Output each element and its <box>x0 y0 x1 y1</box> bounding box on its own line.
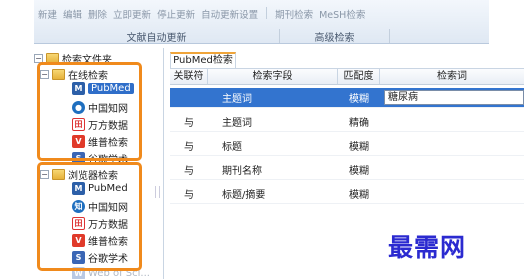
new-button[interactable]: 新建 <box>38 7 57 21</box>
field-cell[interactable]: 主题词 <box>208 90 338 105</box>
folder-icon <box>52 169 65 180</box>
mesh-search-button[interactable]: MeSH检索 <box>319 7 365 21</box>
tree-item-label: 中国知网 <box>88 104 128 115</box>
update-now-button[interactable]: 立即更新 <box>113 7 151 21</box>
tree-item-online-scholar[interactable]: S 谷歌学术 <box>72 151 128 166</box>
wanfang-icon: 田 <box>72 118 85 131</box>
ribbon-button-row: 新建 编辑 删除 立即更新 停止更新 自动更新设置 期刊检索 MeSH检索 <box>38 7 365 21</box>
stop-update-button[interactable]: 停止更新 <box>157 7 195 21</box>
match-cell[interactable]: 模糊 <box>338 162 380 177</box>
field-cell[interactable]: 期刊名称 <box>208 162 338 177</box>
match-cell[interactable]: 模糊 <box>338 90 380 105</box>
tree-root-label: 检索文件夹 <box>62 55 112 66</box>
globe-icon: ● <box>72 101 85 114</box>
tree-item-label: PubMed <box>88 83 134 94</box>
auto-update-settings-button[interactable]: 自动更新设置 <box>201 7 258 21</box>
collapse-icon[interactable]: − <box>40 70 49 79</box>
tree-folder-online-label: 在线检索 <box>68 71 108 82</box>
journal-search-button[interactable]: 期刊检索 <box>275 7 313 21</box>
delete-button[interactable]: 删除 <box>88 7 107 21</box>
field-cell[interactable]: 标题/摘要 <box>208 186 338 201</box>
column-header-field[interactable]: 检索字段 <box>208 69 338 84</box>
relation-cell[interactable]: 与 <box>170 162 208 177</box>
tree-item-label: Web of Sci... <box>88 268 150 279</box>
search-term-input[interactable]: 糖尿病 <box>384 90 524 105</box>
scholar-icon: S <box>72 152 85 165</box>
relation-cell[interactable]: 与 <box>170 114 208 129</box>
tree-item-online-wanfang[interactable]: 田 万方数据 <box>72 117 128 132</box>
tree-item-browser-scholar[interactable]: S 谷歌学术 <box>72 250 128 265</box>
web-of-science-icon: W <box>72 267 85 279</box>
group-label-auto-update: 文献自动更新 <box>34 29 280 44</box>
table-row[interactable]: 与 标题/摘要 模糊 <box>170 184 524 204</box>
match-cell[interactable]: 模糊 <box>338 186 380 201</box>
ribbon-group-labels: 文献自动更新 高级检索 <box>34 29 489 44</box>
splitter-grip[interactable] <box>155 186 160 198</box>
tree-item-browser-pubmed[interactable]: M PubMed <box>72 182 128 195</box>
column-header-match[interactable]: 匹配度 <box>338 69 380 84</box>
tree-item-label: 谷歌学术 <box>88 155 128 166</box>
pubmed-icon: M <box>72 82 85 95</box>
tree-folder-browser[interactable]: − 浏览器检索 <box>40 167 118 182</box>
table-row[interactable]: 与 期刊名称 模糊 <box>170 160 524 180</box>
tree-item-label: 万方数据 <box>88 220 128 231</box>
tree-item-label: 维普检索 <box>88 138 128 149</box>
tree-item-label: PubMed <box>88 183 128 194</box>
table-row[interactable]: 与 标题 模糊 <box>170 136 524 156</box>
tree-item-online-cnki[interactable]: ● 中国知网 <box>72 100 128 115</box>
tab-pubmed-search[interactable]: PubMed检索 <box>170 52 236 68</box>
relation-cell[interactable]: 与 <box>170 138 208 153</box>
folder-icon <box>52 69 65 80</box>
tree-folder-online[interactable]: − 在线检索 <box>40 67 108 82</box>
match-cell[interactable]: 模糊 <box>338 138 380 153</box>
vip-icon: V <box>72 234 85 247</box>
tree-item-browser-vip[interactable]: V 维普检索 <box>72 233 128 248</box>
field-cell[interactable]: 主题词 <box>208 114 338 129</box>
tree-item-browser-wanfang[interactable]: 田 万方数据 <box>72 216 128 231</box>
field-cell[interactable]: 标题 <box>208 138 338 153</box>
wanfang-icon: 田 <box>72 217 85 230</box>
tree-item-browser-cnki[interactable]: 知 中国知网 <box>72 199 128 214</box>
tree-item-label: 中国知网 <box>88 203 128 214</box>
scholar-icon: S <box>72 251 85 264</box>
collapse-icon[interactable]: − <box>40 170 49 179</box>
tree-item-online-pubmed[interactable]: M PubMed <box>72 82 134 95</box>
tree-item-online-vip[interactable]: V 维普检索 <box>72 134 128 149</box>
tree-item-label: 谷歌学术 <box>88 254 128 265</box>
grid-header: 关联符 检索字段 匹配度 检索词 <box>170 69 524 85</box>
ribbon-toolbar: 新建 编辑 删除 立即更新 停止更新 自动更新设置 期刊检索 MeSH检索 文献… <box>34 0 489 44</box>
tree-item-label: 维普检索 <box>88 237 128 248</box>
folder-icon <box>46 53 59 64</box>
relation-cell[interactable]: 与 <box>170 186 208 201</box>
search-conditions-grid: 关联符 检索字段 匹配度 检索词 主题词 模糊 糖尿病 与 主题词 精确 与 标… <box>170 68 524 279</box>
table-row[interactable]: 主题词 模糊 糖尿病 <box>170 88 524 108</box>
table-row[interactable]: 与 主题词 精确 <box>170 112 524 132</box>
group-label-advanced-search: 高级检索 <box>280 29 390 44</box>
column-header-relation[interactable]: 关联符 <box>170 69 208 84</box>
column-header-term[interactable]: 检索词 <box>380 69 524 84</box>
ribbon-separator <box>266 7 268 19</box>
tree-item-label: 万方数据 <box>88 121 128 132</box>
tree-root-node[interactable]: − 检索文件夹 <box>34 51 112 66</box>
tree-item-browser-wos[interactable]: W Web of Sci... <box>72 267 150 279</box>
search-folder-tree: − 检索文件夹 − 在线检索 M PubMed ● 中国知网 田 万方数据 V … <box>34 48 164 279</box>
term-cell[interactable]: 糖尿病 <box>380 90 524 105</box>
tree-folder-browser-label: 浏览器检索 <box>68 171 118 182</box>
edit-button[interactable]: 编辑 <box>63 7 82 21</box>
vip-icon: V <box>72 135 85 148</box>
match-cell[interactable]: 精确 <box>338 114 380 129</box>
collapse-icon[interactable]: − <box>34 54 43 63</box>
pubmed-icon: M <box>72 182 85 195</box>
watermark-text: 最需网 <box>388 233 467 262</box>
cnki-icon: 知 <box>72 200 85 213</box>
